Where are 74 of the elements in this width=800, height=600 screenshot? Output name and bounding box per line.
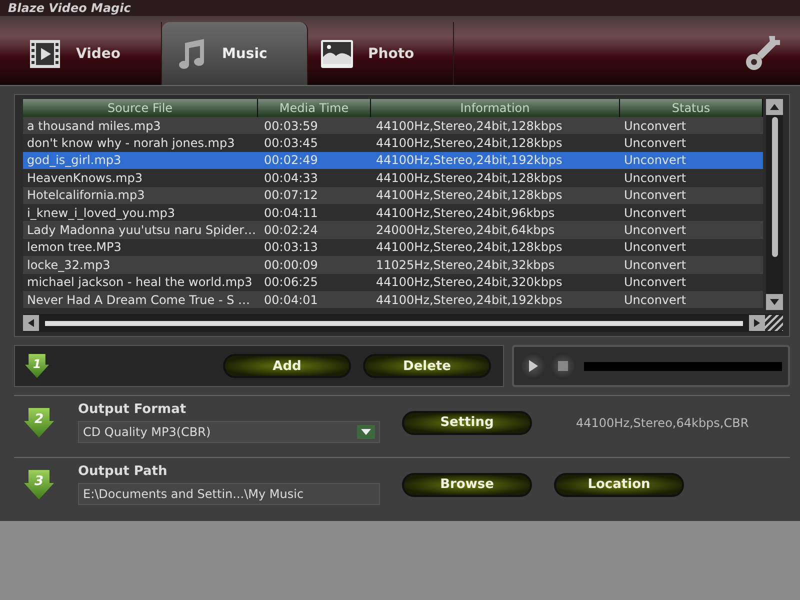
table-cell-text: 00:07:12 [263,188,319,202]
table-cell-text: don't know why - norah jones.mp3 [26,136,236,150]
table-cell-text: 00:04:01 [263,292,319,307]
table-cell-text: Lady Madonna yuu'utsu naru Spider… [26,223,257,238]
section-label: Output Format [78,402,188,417]
vertical-scrollbar[interactable] [766,99,783,310]
step-badge: 3 [24,470,54,500]
format-info: 44100Hz,Stereo,64kbps,CBR [576,416,749,430]
table-row[interactable]: Hotelcalifornia.mp3 00:07:12 44100Hz,Stereo,24bit,128kbps Unconvert [23,186,763,204]
table-cell-text: a thousand miles.mp3 [26,118,162,133]
table-cell-text: Unconvert [623,275,688,290]
table-cell-text: 44100Hz,Stereo,24bit,96kbps [375,206,556,220]
table-cell-text: Unconvert [623,170,688,185]
table-cell-text: 44100Hz,Stereo,24bit,192kbps [375,292,564,307]
step-badge: 1 [25,354,49,378]
horizontal-scrollbar[interactable] [23,314,783,332]
table-cell-text: Unconvert [623,258,688,272]
table-cell-text: 44100Hz,Stereo,24bit,128kbps [375,240,564,254]
table-cell-text: 44100Hz,Stereo,24bit,320kbps [375,275,564,290]
table-cell-text: HeavenKnows.mp3 [26,170,144,185]
table-cell-text: 44100Hz,Stereo,24bit,128kbps [375,118,564,133]
table-cell-text: god_is_girl.mp3 [26,153,122,168]
table-cell-text: lemon tree.MP3 [26,240,122,254]
table-cell-text: 44100Hz,Stereo,24bit,128kbps [375,188,564,202]
table-cell-text: Never Had A Dream Come True - S … [26,292,252,307]
table-cell-text: Unconvert [623,240,688,254]
table-cell-text: Unconvert [623,206,688,220]
table-cell-text: Unconvert [623,292,688,307]
table-row[interactable]: god_is_girl.mp3 00:02:49 44100Hz,Stereo,24bit,192kbps Unconvert [23,152,763,170]
table-cell-text: 00:04:11 [263,206,319,220]
scroll-left-icon[interactable] [23,315,39,331]
table-cell-text: 44100Hz,Stereo,24bit,128kbps [375,136,564,150]
tab[interactable]: Music [162,22,308,85]
scroll-up-icon[interactable] [766,99,783,115]
table-cell-text: 44100Hz,Stereo,24bit,192kbps [375,153,564,168]
table-cell-text: michael jackson - heal the world.mp3 [26,275,254,290]
table-row[interactable]: lemon tree.MP3 00:03:13 44100Hz,Stereo,24bit,128kbps Unconvert [23,238,763,256]
section-label: Output Path [78,464,168,479]
scroll-right-icon[interactable] [749,315,765,331]
table-cell-text: 44100Hz,Stereo,24bit,128kbps [375,170,564,185]
table-cell-text: 11025Hz,Stereo,24bit,32kbps [375,258,556,272]
table-row[interactable]: a thousand miles.mp3 00:03:59 44100Hz,Stereo,24bit,128kbps Unconvert [23,117,763,134]
table-cell-text: 00:02:49 [263,153,319,168]
table-row[interactable]: locke_32.mp3 00:00:09 11025Hz,Stereo,24bit,32kbps Unconvert [23,256,763,274]
table-cell-text: Unconvert [623,223,688,238]
table-cell-text: 00:03:59 [263,118,319,133]
table-cell-text: Unconvert [623,153,688,168]
table-cell-text: 00:04:33 [263,170,319,185]
table-cell-text: 00:06:25 [263,275,319,290]
action-button[interactable]: Add [223,354,351,378]
action-button[interactable]: Delete [363,354,491,378]
table-cell-text: i_knew_i_loved_you.mp3 [26,206,176,220]
window-title: Blaze Video Magic [8,0,131,16]
table-cell-text: 00:02:24 [263,223,319,238]
path-button[interactable]: Browse [402,472,532,496]
table-row[interactable]: michael jackson - heal the world.mp3 00:06:25 44100Hz,Stereo,24bit,320kbps Unconvert [23,274,763,291]
table-cell-text: 00:03:45 [263,136,319,150]
path-button[interactable]: Location [554,472,684,496]
table-cell-text: 24000Hz,Stereo,24bit,64kbps [375,223,556,238]
table-cell-text: 00:03:13 [263,240,319,254]
scroll-down-icon[interactable] [766,294,783,310]
table-cell-text: Unconvert [623,136,688,150]
table-row[interactable]: Never Had A Dream Come True - S … 00:04:01 44100Hz,Stereo,24bit,192kbps Unconvert [23,290,763,308]
table-cell-text: Unconvert [623,118,688,133]
table-row[interactable]: Lady Madonna yuu'utsu naru Spider… 00:02:24 24000Hz,Stereo,24bit,64kbps Unconvert [23,221,763,239]
output-path-field[interactable]: E:\Documents and Settin...\My Music [78,483,380,505]
table-cell-text: 00:00:09 [263,258,319,272]
table-cell-text: locke_32.mp3 [26,258,112,272]
format-dropdown[interactable]: CD Quality MP3(CBR) [78,421,380,443]
setting-button[interactable]: Setting [402,410,532,434]
table-cell-text: Hotelcalifornia.mp3 [26,188,146,202]
resize-grip-icon[interactable] [765,315,783,331]
table-cell-text: Unconvert [623,188,688,202]
step-badge: 2 [24,408,54,438]
